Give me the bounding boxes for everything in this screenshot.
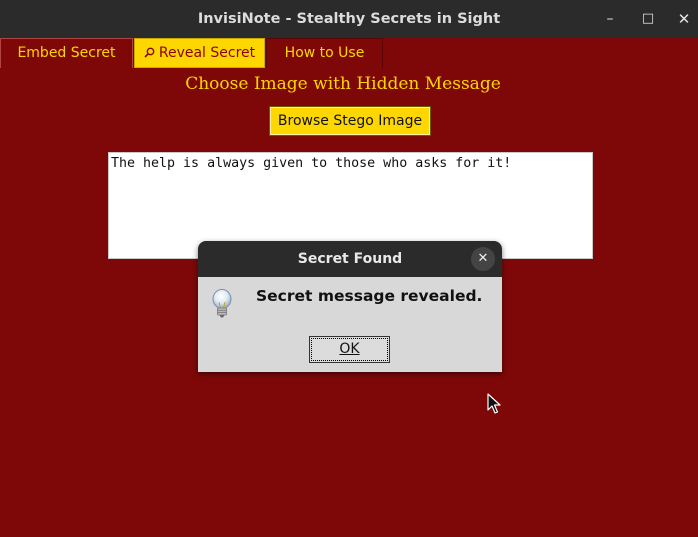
window-title: InvisiNote - Stealthy Secrets in Sight	[197, 11, 501, 27]
lightbulb-icon	[208, 288, 236, 320]
maximize-button[interactable]: □	[637, 8, 659, 30]
close-icon: ✕	[477, 251, 489, 266]
mouse-cursor-icon	[487, 393, 501, 419]
page-heading: Choose Image with Hidden Message	[185, 74, 501, 94]
tab-label: Embed Secret	[17, 45, 116, 61]
ok-button[interactable]: OK	[309, 336, 390, 363]
dialog-close-button[interactable]: ✕	[471, 247, 495, 271]
ok-button-label: OK	[339, 341, 360, 357]
minimize-button[interactable]: –	[599, 8, 621, 30]
window-titlebar: InvisiNote - Stealthy Secrets in Sight –…	[0, 0, 698, 38]
tab-label: How to Use	[284, 45, 365, 61]
browse-stego-image-button[interactable]: Browse Stego Image	[269, 106, 431, 136]
magnifier-icon	[144, 40, 155, 68]
tab-reveal-secret[interactable]: Reveal Secret	[134, 38, 265, 68]
secret-found-dialog: Secret Found ✕ Secret message revealed. …	[198, 241, 502, 372]
close-button[interactable]: ✕	[673, 8, 695, 30]
tab-label: Reveal Secret	[158, 45, 256, 61]
tab-how-to-use[interactable]: How to Use	[266, 38, 383, 68]
dialog-title: Secret Found	[198, 241, 502, 277]
dialog-message: Secret message revealed.	[256, 287, 483, 305]
tab-embed-secret[interactable]: Embed Secret	[0, 38, 133, 68]
